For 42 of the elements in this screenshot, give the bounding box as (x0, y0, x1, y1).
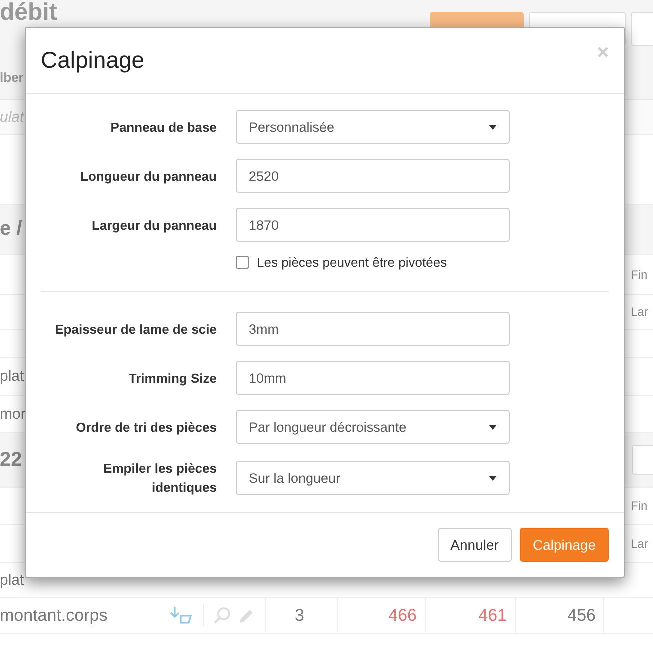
select-field[interactable]: Personnalisée (236, 110, 510, 144)
field-label: Empiler les pièces identiques (102, 460, 217, 497)
field-label: Largeur du panneau (91, 216, 217, 234)
caret-icon (489, 424, 497, 430)
search-icon[interactable] (214, 607, 232, 625)
cancel-button[interactable]: Annuler (438, 528, 512, 562)
select-field[interactable]: Par longueur décroissante (236, 410, 510, 444)
download-icon[interactable] (170, 606, 194, 626)
row-label: Fin (631, 499, 648, 513)
field-label: Ordre de tri des pièces (75, 418, 217, 436)
input-field[interactable]: 2520 (236, 159, 510, 193)
row-label: plat (0, 572, 24, 588)
input-field[interactable]: 3mm (236, 312, 510, 346)
page-title: débit (0, 0, 58, 26)
checkbox[interactable] (236, 256, 249, 269)
column-header: lber (0, 70, 24, 85)
row-label: Lar (631, 305, 648, 319)
checkbox-label: Les pièces peuvent être pivotées (257, 255, 448, 270)
caret-icon (489, 124, 497, 130)
field-label: Panneau de base (110, 118, 217, 136)
field-label: Epaisseur de lame de scie (54, 320, 217, 338)
row-label: mor (0, 406, 26, 422)
table-cell: 466 (388, 606, 417, 626)
row-label: e / (0, 218, 22, 241)
field-label: Longueur du panneau (80, 168, 217, 186)
caret-icon (489, 476, 497, 480)
select-field[interactable]: Sur la longueur (236, 461, 510, 495)
input-field[interactable]: 10mm (236, 361, 510, 395)
table-cell: 456 (568, 606, 596, 626)
field-label: Trimming Size (128, 370, 217, 388)
pencil-icon[interactable] (238, 607, 256, 625)
row-label: Fin (631, 268, 648, 282)
row-label: plat (0, 368, 24, 385)
table-cell: 461 (478, 606, 507, 626)
row-label: 22 (0, 448, 22, 472)
input-field[interactable]: 1870 (236, 208, 510, 242)
table-cell: 3 (295, 606, 304, 626)
dialog-title: Calpinage (41, 47, 145, 74)
row-label: Lar (631, 536, 648, 550)
row-label: montant.corps (0, 606, 108, 626)
share-button[interactable] (631, 12, 653, 46)
toolbar-button[interactable] (632, 445, 653, 475)
